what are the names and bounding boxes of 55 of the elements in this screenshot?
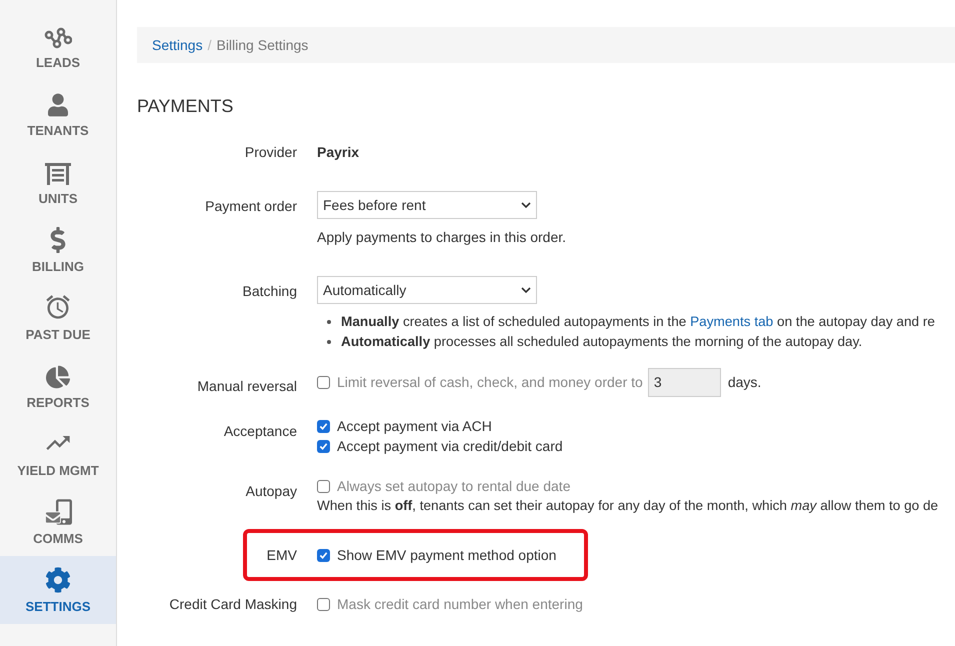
field-label: Manual reversal: [197, 378, 297, 394]
sidebar-item[interactable]: PAST DUE: [0, 284, 116, 352]
field-label: Autopay: [246, 483, 297, 499]
sidebar-item[interactable]: YIELD MGMT: [0, 420, 116, 488]
field-value: Payrix: [317, 143, 360, 162]
checkbox[interactable]: [317, 420, 330, 432]
person-icon: [48, 92, 68, 116]
help-text: Apply payments to charges in this order.: [317, 228, 566, 247]
sidebar-item[interactable]: REPORTS: [0, 352, 116, 420]
sidebar-item[interactable]: LEADS: [0, 12, 116, 80]
option-label: Mask credit card number when entering: [337, 594, 583, 614]
field-label: Batching: [242, 283, 297, 299]
sidebar-item[interactable]: UNITS: [0, 148, 116, 216]
checkbox[interactable]: [317, 376, 330, 388]
field-label: Payment order: [205, 198, 297, 214]
bullet-icon: [327, 320, 331, 324]
dollar-icon: [50, 226, 66, 252]
field-label: Acceptance: [224, 423, 297, 439]
breadcrumb-current: Billing Settings: [216, 36, 308, 55]
payments-tab-link[interactable]: Payments tab: [690, 314, 774, 329]
checkbox[interactable]: [317, 440, 330, 452]
settings-icon: [45, 566, 71, 592]
bullet-text: Manually creates a list of scheduled autopayments in the Payments tab on the autopay day and re: [341, 313, 935, 331]
field-label: Credit Card Masking: [169, 596, 297, 612]
network-nodes-icon: [44, 26, 72, 48]
field-label: EMV: [266, 547, 297, 563]
option-label: Accept payment via credit/debit card: [337, 436, 563, 456]
days-input[interactable]: 3: [648, 368, 721, 396]
sidebar-item[interactable]: COMMS: [0, 488, 116, 556]
sidebar-item[interactable]: TENANTS: [0, 80, 116, 148]
envelope-phone-icon: [44, 498, 72, 524]
select-field[interactable]: Automatically: [317, 276, 537, 304]
option-label: Accept payment via ACH: [337, 416, 492, 436]
days-label: days.: [728, 372, 762, 392]
section-title: PAYMENTS: [137, 95, 234, 118]
breadcrumb-link[interactable]: Settings: [152, 34, 203, 56]
storage-unit-icon: [45, 162, 71, 184]
chevron-down-icon: [521, 202, 531, 208]
sidebar-item[interactable]: BILLING: [0, 216, 116, 284]
pie-chart-icon: [46, 364, 70, 388]
breadcrumb-separator: /: [208, 36, 212, 54]
field-label: Provider: [244, 144, 297, 160]
checkbox[interactable]: [317, 598, 330, 610]
bullet-text: Automatically processes all scheduled autopayments the morning of the autopay day.: [341, 333, 862, 351]
select-field[interactable]: Fees before rent: [317, 191, 537, 219]
note-text: When this is off, tenants can set their autopay for any day of the month, which may allow them to go de: [317, 497, 938, 515]
option-label: Always set autopay to rental due date: [337, 476, 570, 496]
option-label: Show EMV payment method option: [337, 546, 556, 565]
option-label: Limit reversal of cash, check, and money order to: [337, 372, 643, 392]
alarm-clock-icon: [44, 292, 72, 320]
sidebar-item[interactable]: SETTINGS: [0, 556, 116, 624]
chevron-down-icon: [521, 287, 531, 293]
checkbox[interactable]: [317, 548, 330, 562]
bullet-icon: [327, 340, 331, 344]
checkbox[interactable]: [317, 480, 330, 492]
